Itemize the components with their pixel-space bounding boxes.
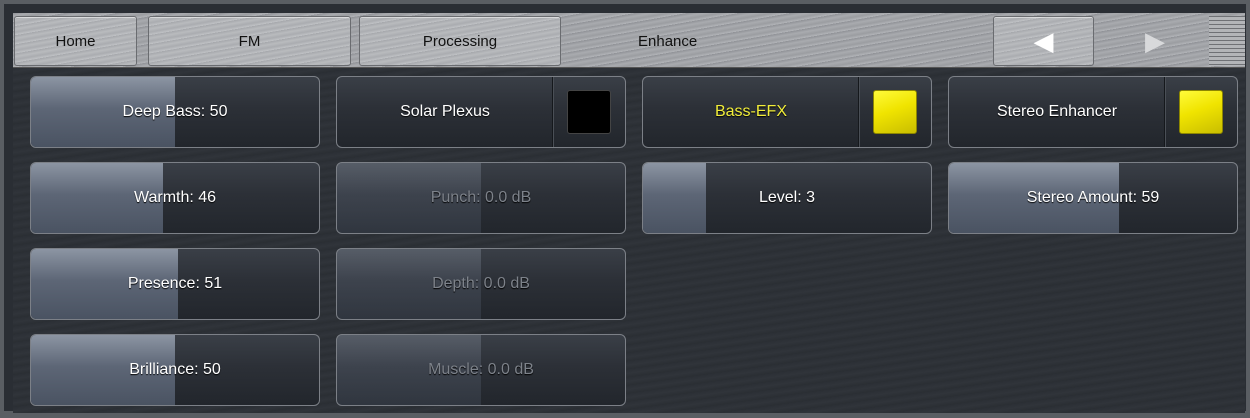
brilliance-label: Brilliance: 50 (129, 361, 221, 378)
triangle-right-icon: ▶ (1145, 25, 1165, 56)
depth-slider[interactable]: Depth: 0.0 dB (336, 248, 626, 320)
triangle-left-icon: ◀ (1033, 25, 1054, 56)
top-nav-bar: Home FM Processing Enhance ◀ ▶ (13, 13, 1245, 69)
bass-efx-indicator (873, 90, 917, 134)
brilliance-slider[interactable]: Brilliance: 50 (30, 334, 320, 406)
toggle-divider (858, 77, 859, 147)
deep-bass-slider[interactable]: Deep Bass: 50 (30, 76, 320, 148)
fm-button[interactable]: FM (148, 16, 351, 66)
solar-plexus-label: Solar Plexus (400, 103, 490, 120)
home-button[interactable]: Home (14, 16, 137, 66)
punch-slider[interactable]: Punch: 0.0 dB (336, 162, 626, 234)
presence-slider[interactable]: Presence: 51 (30, 248, 320, 320)
forward-button[interactable]: ▶ (1130, 16, 1180, 66)
muscle-label: Muscle: 0.0 dB (428, 361, 534, 378)
stereo-enhancer-toggle[interactable]: Stereo Enhancer (948, 76, 1238, 148)
stereo-enhancer-label: Stereo Enhancer (996, 103, 1118, 120)
enhance-panel: Deep Bass: 50 Warmth: 46 Presence: 51 Br… (13, 68, 1245, 413)
toggle-divider (1164, 77, 1165, 147)
stereo-enhancer-indicator (1179, 90, 1223, 134)
app-frame: Home FM Processing Enhance ◀ ▶ Deep Bass… (0, 0, 1250, 418)
solar-plexus-toggle[interactable]: Solar Plexus (336, 76, 626, 148)
solar-plexus-indicator (567, 90, 611, 134)
current-page-label: Enhance (638, 32, 698, 50)
processing-button[interactable]: Processing (359, 16, 561, 66)
warmth-label: Warmth: 46 (133, 189, 217, 206)
toggle-divider (552, 77, 553, 147)
stereo-amount-slider[interactable]: Stereo Amount: 59 (948, 162, 1238, 234)
presence-label: Presence: 51 (127, 275, 223, 292)
deep-bass-label: Deep Bass: 50 (122, 103, 228, 120)
level-slider[interactable]: Level: 3 (642, 162, 932, 234)
bass-efx-toggle[interactable]: Bass-EFX (642, 76, 932, 148)
stereo-amount-label: Stereo Amount: 59 (1026, 189, 1160, 206)
muscle-slider[interactable]: Muscle: 0.0 dB (336, 334, 626, 406)
level-label: Level: 3 (758, 189, 816, 206)
back-button[interactable]: ◀ (993, 16, 1094, 66)
depth-label: Depth: 0.0 dB (432, 275, 530, 292)
level-fill (643, 163, 707, 233)
menu-icon[interactable] (1209, 16, 1245, 66)
punch-label: Punch: 0.0 dB (430, 189, 532, 206)
warmth-slider[interactable]: Warmth: 46 (30, 162, 320, 234)
bass-efx-label: Bass-EFX (714, 103, 787, 120)
